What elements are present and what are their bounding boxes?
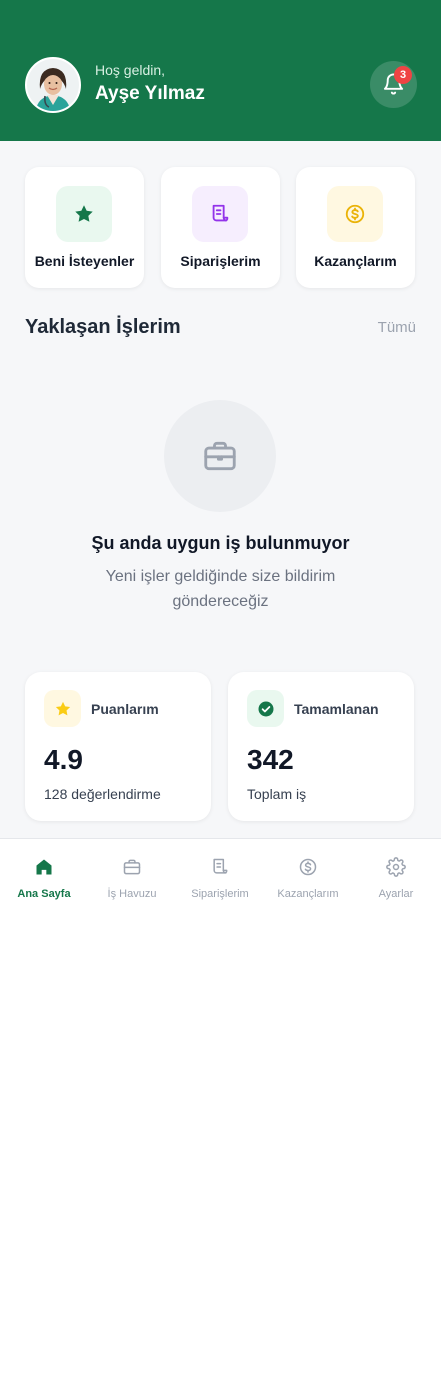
app-screen: Hoş geldin, Ayşe Yılmaz 3 Beni İsteyenle… [0,0,441,910]
stat-label: Puanlarım [91,701,159,717]
receipt-icon [213,858,228,874]
nav-label: Ayarlar [378,888,414,900]
receipt-icon [192,186,248,242]
empty-state-illustration [164,400,276,512]
nav-label: Siparişlerim [191,888,249,900]
see-all-link[interactable]: Tümü [378,319,416,336]
gear-icon [386,857,406,877]
notification-badge: 3 [394,66,412,84]
nav-label: İş Havuzu [107,888,157,900]
nav-earnings[interactable]: Kazançlarım [264,839,352,911]
section-title: Yaklaşan İşlerim [25,316,181,338]
dollar-coin-icon [327,186,383,242]
bottom-navigation: Ana Sayfa İş Havuzu Siparişlerim Kazançl… [0,838,441,910]
quick-action-orders[interactable]: Siparişlerim [161,167,280,288]
stat-subtext: Toplam iş [247,786,307,802]
stat-value: 4.9 [44,744,83,775]
stat-label: Tamamlanan [294,701,379,717]
user-name: Ayşe Yılmaz [95,83,205,104]
nav-job-pool[interactable]: İş Havuzu [88,839,176,911]
star-icon [56,186,112,242]
nav-label: Ana Sayfa [17,888,71,900]
home-icon [36,859,52,875]
quick-action-label: Siparişlerim [180,253,261,269]
nav-settings[interactable]: Ayarlar [352,839,440,911]
greeting-text: Hoş geldin, [95,62,166,78]
header: Hoş geldin, Ayşe Yılmaz 3 [0,0,441,141]
star-icon [44,690,81,727]
nav-label: Kazançlarım [277,888,339,900]
nav-home[interactable]: Ana Sayfa [0,839,88,911]
rating-card[interactable]: Puanlarım 4.9 128 değerlendirme [25,672,211,821]
dollar-coin-icon [299,858,317,876]
quick-action-label: Beni İsteyenler [34,253,135,269]
stat-value: 342 [247,744,294,775]
nav-orders[interactable]: Siparişlerim [176,839,264,911]
quick-action-earnings[interactable]: Kazançlarım [296,167,415,288]
briefcase-icon [204,441,236,471]
empty-state-subtitle: Yeni işler geldiğinde size bildirim gönd… [105,568,336,610]
briefcase-icon [123,859,141,875]
check-circle-icon [247,690,284,727]
quick-action-label: Kazançlarım [314,253,397,269]
quick-action-requests[interactable]: Beni İsteyenler [25,167,144,288]
stat-subtext: 128 değerlendirme [44,786,161,802]
avatar[interactable] [25,57,81,113]
completed-card[interactable]: Tamamlanan 342 Toplam iş [228,672,414,821]
empty-state-title: Şu anda uygun iş bulunmuyor [91,533,350,553]
notifications-button[interactable] [370,61,417,108]
